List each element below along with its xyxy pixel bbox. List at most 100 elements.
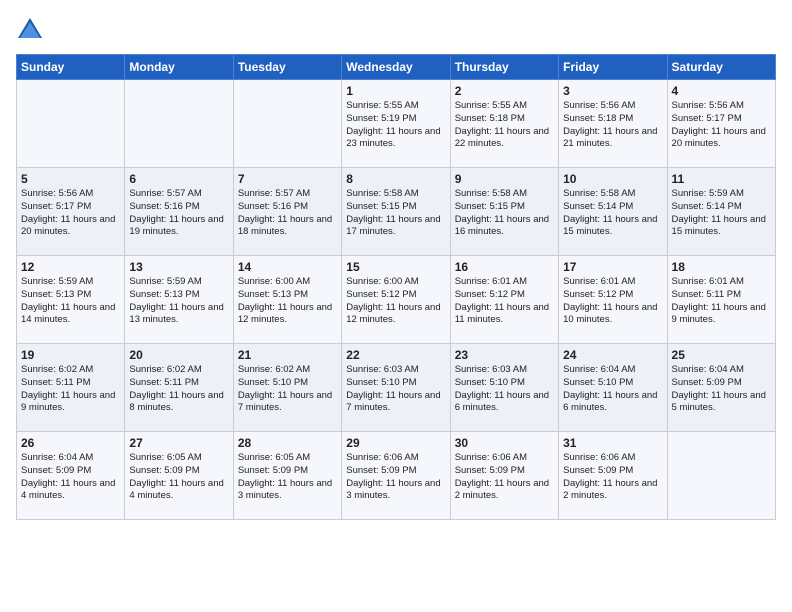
calendar-cell: 23 Sunrise: 6:03 AMSunset: 5:10 PMDayligh… bbox=[450, 344, 558, 432]
day-number: 26 bbox=[21, 436, 120, 450]
day-number: 16 bbox=[455, 260, 554, 274]
calendar-cell: 7 Sunrise: 5:57 AMSunset: 5:16 PMDaylight… bbox=[233, 168, 341, 256]
day-number: 8 bbox=[346, 172, 445, 186]
calendar-cell: 16 Sunrise: 6:01 AMSunset: 5:12 PMDayligh… bbox=[450, 256, 558, 344]
header-day-sunday: Sunday bbox=[17, 55, 125, 80]
day-number: 23 bbox=[455, 348, 554, 362]
day-info: Sunrise: 6:06 AMSunset: 5:09 PMDaylight:… bbox=[455, 452, 554, 503]
calendar-week-1: 1 Sunrise: 5:55 AMSunset: 5:19 PMDaylight… bbox=[17, 80, 776, 168]
day-info: Sunrise: 6:00 AMSunset: 5:12 PMDaylight:… bbox=[346, 276, 445, 327]
calendar-cell: 22 Sunrise: 6:03 AMSunset: 5:10 PMDayligh… bbox=[342, 344, 450, 432]
day-number: 19 bbox=[21, 348, 120, 362]
day-info: Sunrise: 5:57 AMSunset: 5:16 PMDaylight:… bbox=[129, 188, 228, 239]
calendar-cell: 26 Sunrise: 6:04 AMSunset: 5:09 PMDayligh… bbox=[17, 432, 125, 520]
day-info: Sunrise: 5:58 AMSunset: 5:15 PMDaylight:… bbox=[346, 188, 445, 239]
day-number: 10 bbox=[563, 172, 662, 186]
header-day-wednesday: Wednesday bbox=[342, 55, 450, 80]
logo bbox=[16, 16, 48, 44]
calendar-cell: 18 Sunrise: 6:01 AMSunset: 5:11 PMDayligh… bbox=[667, 256, 775, 344]
day-info: Sunrise: 6:01 AMSunset: 5:11 PMDaylight:… bbox=[672, 276, 771, 327]
calendar-cell bbox=[667, 432, 775, 520]
day-info: Sunrise: 6:02 AMSunset: 5:10 PMDaylight:… bbox=[238, 364, 337, 415]
day-info: Sunrise: 6:01 AMSunset: 5:12 PMDaylight:… bbox=[563, 276, 662, 327]
day-info: Sunrise: 6:06 AMSunset: 5:09 PMDaylight:… bbox=[563, 452, 662, 503]
day-number: 30 bbox=[455, 436, 554, 450]
day-number: 13 bbox=[129, 260, 228, 274]
calendar-cell: 19 Sunrise: 6:02 AMSunset: 5:11 PMDayligh… bbox=[17, 344, 125, 432]
day-info: Sunrise: 5:56 AMSunset: 5:17 PMDaylight:… bbox=[21, 188, 120, 239]
calendar-cell: 4 Sunrise: 5:56 AMSunset: 5:17 PMDaylight… bbox=[667, 80, 775, 168]
calendar-cell: 12Sunrise: 5:59 AMSunset: 5:13 PMDayligh… bbox=[17, 256, 125, 344]
calendar-cell: 9 Sunrise: 5:58 AMSunset: 5:15 PMDaylight… bbox=[450, 168, 558, 256]
header-day-tuesday: Tuesday bbox=[233, 55, 341, 80]
calendar-cell: 20 Sunrise: 6:02 AMSunset: 5:11 PMDayligh… bbox=[125, 344, 233, 432]
day-info: Sunrise: 6:01 AMSunset: 5:12 PMDaylight:… bbox=[455, 276, 554, 327]
day-info: Sunrise: 6:05 AMSunset: 5:09 PMDaylight:… bbox=[129, 452, 228, 503]
day-number: 15 bbox=[346, 260, 445, 274]
calendar-cell bbox=[233, 80, 341, 168]
logo-icon bbox=[16, 16, 44, 44]
day-number: 5 bbox=[21, 172, 120, 186]
day-number: 1 bbox=[346, 84, 445, 98]
calendar-cell: 24 Sunrise: 6:04 AMSunset: 5:10 PMDayligh… bbox=[559, 344, 667, 432]
calendar-cell: 21 Sunrise: 6:02 AMSunset: 5:10 PMDayligh… bbox=[233, 344, 341, 432]
header-day-friday: Friday bbox=[559, 55, 667, 80]
day-info: Sunrise: 6:02 AMSunset: 5:11 PMDaylight:… bbox=[21, 364, 120, 415]
day-number: 27 bbox=[129, 436, 228, 450]
day-info: Sunrise: 6:06 AMSunset: 5:09 PMDaylight:… bbox=[346, 452, 445, 503]
day-info: Sunrise: 6:00 AMSunset: 5:13 PMDaylight:… bbox=[238, 276, 337, 327]
day-info: Sunrise: 6:03 AMSunset: 5:10 PMDaylight:… bbox=[455, 364, 554, 415]
calendar-cell: 15 Sunrise: 6:00 AMSunset: 5:12 PMDayligh… bbox=[342, 256, 450, 344]
calendar-cell: 31 Sunrise: 6:06 AMSunset: 5:09 PMDayligh… bbox=[559, 432, 667, 520]
day-number: 20 bbox=[129, 348, 228, 362]
calendar-week-3: 12 Sunrise: 5:59 AMSunset: 5:13 PMDayligh… bbox=[17, 256, 776, 344]
day-info: Sunrise: 5:59 AMSunset: 5:13 PMDaylight:… bbox=[129, 276, 228, 327]
header-day-saturday: Saturday bbox=[667, 55, 775, 80]
day-number: 3 bbox=[563, 84, 662, 98]
day-number: 21 bbox=[238, 348, 337, 362]
calendar-week-4: 19 Sunrise: 6:02 AMSunset: 5:11 PMDayligh… bbox=[17, 344, 776, 432]
day-info: Sunrise: 5:57 AMSunset: 5:16 PMDaylight:… bbox=[238, 188, 337, 239]
day-info: Sunrise: 5:56 AMSunset: 5:17 PMDaylight:… bbox=[672, 100, 771, 151]
day-info: Sunrise: 5:58 AMSunset: 5:15 PMDaylight:… bbox=[455, 188, 554, 239]
day-number: 29 bbox=[346, 436, 445, 450]
calendar-cell: 3 Sunrise: 5:56 AMSunset: 5:18 PMDaylight… bbox=[559, 80, 667, 168]
day-info: Sunrise: 6:03 AMSunset: 5:10 PMDaylight:… bbox=[346, 364, 445, 415]
header-day-monday: Monday bbox=[125, 55, 233, 80]
day-info: Sunrise: 5:56 AMSunset: 5:18 PMDaylight:… bbox=[563, 100, 662, 151]
calendar-cell: 25Sunrise: 6:04 AMSunset: 5:09 PMDayligh… bbox=[667, 344, 775, 432]
calendar-cell bbox=[17, 80, 125, 168]
calendar-cell: 11 Sunrise: 5:59 AMSunset: 5:14 PMDayligh… bbox=[667, 168, 775, 256]
day-info: Sunrise: 5:58 AMSunset: 5:14 PMDaylight:… bbox=[563, 188, 662, 239]
day-number: 6 bbox=[129, 172, 228, 186]
day-number: 4 bbox=[672, 84, 771, 98]
day-number: 18 bbox=[672, 260, 771, 274]
day-info: Sunrise: 6:02 AMSunset: 5:11 PMDaylight:… bbox=[129, 364, 228, 415]
day-info: Sunrise: 6:04 AMSunset: 5:10 PMDaylight:… bbox=[563, 364, 662, 415]
day-number: 17 bbox=[563, 260, 662, 274]
page-header bbox=[16, 16, 776, 44]
day-info: Sunrise: 5:55 AMSunset: 5:19 PMDaylight:… bbox=[346, 100, 445, 151]
day-number: 12 bbox=[21, 260, 120, 274]
day-number: 31 bbox=[563, 436, 662, 450]
calendar-cell: 29 Sunrise: 6:06 AMSunset: 5:09 PMDayligh… bbox=[342, 432, 450, 520]
calendar-cell: 1 Sunrise: 5:55 AMSunset: 5:19 PMDaylight… bbox=[342, 80, 450, 168]
day-info: Sunrise: 6:04 AMSunset: 5:09 PMDaylight:… bbox=[21, 452, 120, 503]
day-number: 25 bbox=[672, 348, 771, 362]
day-number: 14 bbox=[238, 260, 337, 274]
day-info: Sunrise: 5:55 AMSunset: 5:18 PMDaylight:… bbox=[455, 100, 554, 151]
calendar-week-5: 26 Sunrise: 6:04 AMSunset: 5:09 PMDayligh… bbox=[17, 432, 776, 520]
day-number: 22 bbox=[346, 348, 445, 362]
day-number: 9 bbox=[455, 172, 554, 186]
calendar-cell: 10 Sunrise: 5:58 AMSunset: 5:14 PMDayligh… bbox=[559, 168, 667, 256]
day-number: 24 bbox=[563, 348, 662, 362]
day-number: 11 bbox=[672, 172, 771, 186]
calendar-cell bbox=[125, 80, 233, 168]
calendar-cell: 30 Sunrise: 6:06 AMSunset: 5:09 PMDayligh… bbox=[450, 432, 558, 520]
calendar-cell: 8 Sunrise: 5:58 AMSunset: 5:15 PMDaylight… bbox=[342, 168, 450, 256]
header-row: SundayMondayTuesdayWednesdayThursdayFrid… bbox=[17, 55, 776, 80]
day-info: Sunrise: 5:59 AMSunset: 5:14 PMDaylight:… bbox=[672, 188, 771, 239]
day-info: Sunrise: 6:05 AMSunset: 5:09 PMDaylight:… bbox=[238, 452, 337, 503]
calendar-cell: 17 Sunrise: 6:01 AMSunset: 5:12 PMDayligh… bbox=[559, 256, 667, 344]
day-number: 7 bbox=[238, 172, 337, 186]
